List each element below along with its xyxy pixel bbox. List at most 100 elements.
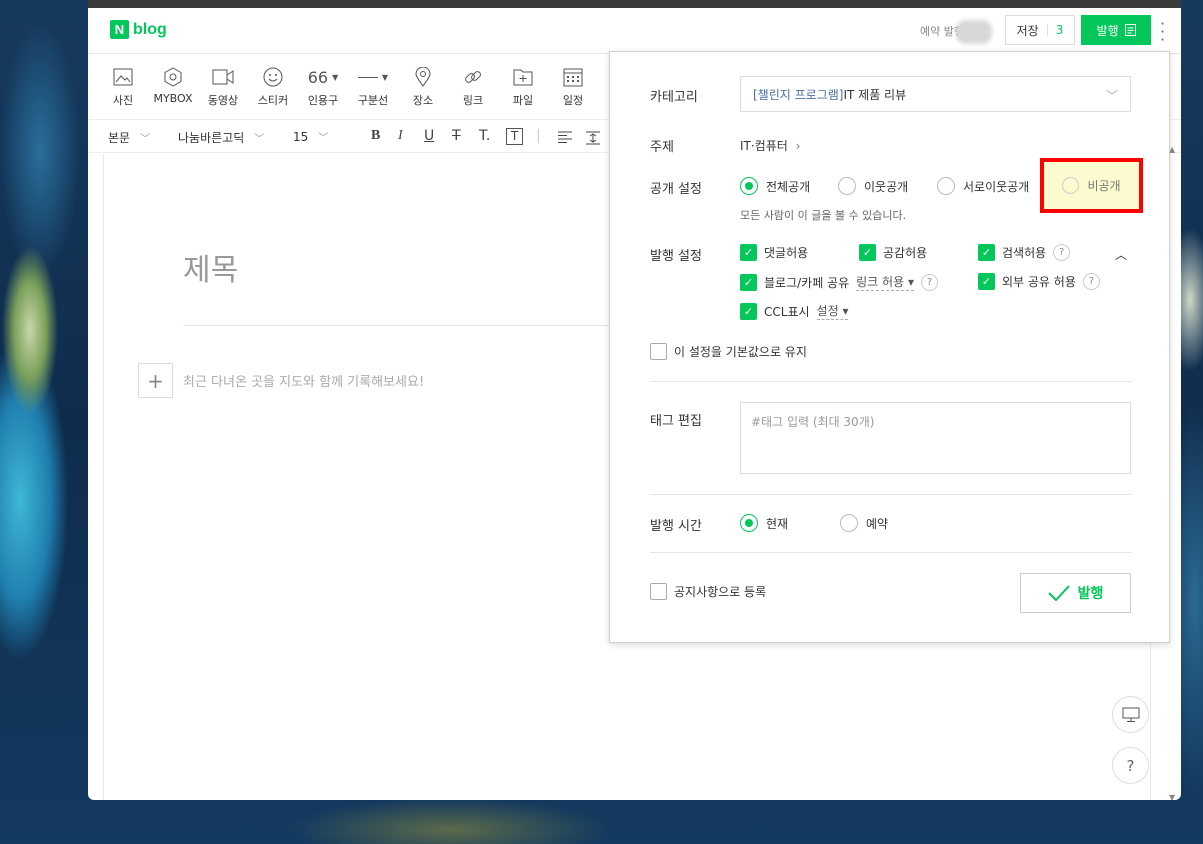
publish-settings-label: 발행 설정 [650, 249, 702, 264]
help-button[interactable]: ? [1112, 747, 1149, 784]
ccl-setting-select[interactable]: 설정 ▾ [816, 302, 849, 320]
visibility-public[interactable]: 전체공개 [740, 177, 810, 195]
publish-settings-panel: 카테고리 [챌린지 프로그램] IT 제품 리뷰 ﹀ 주제 IT·컴퓨터 › 공… [609, 51, 1170, 643]
publish-button-label: 발행 [1077, 586, 1104, 602]
text-background-icon[interactable]: T [506, 128, 523, 145]
bold-icon[interactable]: B [371, 128, 380, 144]
radio-icon [937, 177, 955, 195]
publish-time-reserve[interactable]: 예약 [840, 514, 888, 532]
keep-default-checkbox[interactable]: 이 설정을 기본값으로 유지 [650, 343, 807, 360]
radio-label: 전체공개 [766, 179, 811, 194]
chevron-up-icon[interactable]: ︿ [1115, 246, 1127, 263]
save-separator [1046, 24, 1048, 36]
visibility-neighbors[interactable]: 이웃공개 [838, 177, 908, 195]
more-options-icon[interactable]: · · · [1160, 16, 1165, 48]
add-component-button[interactable]: + [138, 363, 173, 398]
italic-icon[interactable]: I [398, 128, 403, 144]
save-count[interactable]: 3 [1056, 23, 1064, 37]
category-select[interactable]: [챌린지 프로그램] IT 제품 리뷰 ﹀ [740, 76, 1131, 112]
chevron-down-icon: ﹀ [254, 134, 265, 145]
checkbox-empty-icon [650, 343, 667, 360]
notice-checkbox[interactable]: 공지사항으로 등록 [650, 583, 766, 600]
title-divider [183, 325, 623, 326]
topic-label: 주제 [650, 140, 674, 155]
allow-search-checkbox[interactable]: ✓ 검색허용 ? [978, 244, 1071, 261]
naver-blog-logo[interactable]: N blog [110, 20, 167, 39]
top-bar: N blog 예약 발행 저장 3 발행 · · · [88, 8, 1181, 54]
radio-icon [1062, 177, 1080, 194]
divider [650, 381, 1131, 382]
save-button[interactable]: 저장 3 [1005, 15, 1075, 45]
scroll-down-icon[interactable]: ▼ [1169, 793, 1175, 800]
ccl-setting-value: 설정 [816, 304, 839, 318]
radio-label: 현재 [766, 516, 789, 531]
category-label: 카테고리 [650, 90, 698, 105]
toolbar-divider[interactable]: ▼ 구분선 [348, 64, 398, 108]
tag-placeholder: #태그 입력 (최대 30개) [751, 415, 875, 429]
paragraph-style-value: 본문 [108, 131, 131, 145]
check-icon: ✓ [740, 302, 757, 320]
toolbar-photo[interactable]: 사진 [98, 64, 148, 108]
checkbox-label: 외부 공유 허용 [1002, 275, 1076, 289]
visibility-private[interactable]: 비공개 [1040, 158, 1143, 213]
check-icon: ✓ [740, 273, 757, 291]
paragraph-style-select[interactable]: 본문 ﹀ [108, 129, 150, 146]
tag-label: 태그 편집 [650, 414, 702, 429]
quote-icon: 66 ▼ [307, 67, 339, 87]
publish-button[interactable]: 발행 [1020, 573, 1131, 613]
toolbar-label: 구분선 [357, 94, 389, 107]
align-left-icon[interactable] [558, 131, 572, 143]
toolbar-location[interactable]: 장소 [398, 64, 448, 108]
allow-comment-checkbox[interactable]: ✓ 댓글허용 [740, 244, 808, 261]
blurred-area [956, 20, 992, 44]
checkbox-label: 댓글허용 [764, 246, 809, 260]
question-icon: ? [1126, 756, 1135, 775]
location-icon [415, 67, 431, 87]
line-height-icon[interactable] [586, 131, 600, 145]
allow-like-checkbox[interactable]: ✓ 공감허용 [859, 244, 927, 261]
text-color-icon[interactable]: T. [479, 128, 490, 144]
radio-label: 이웃공개 [864, 179, 909, 194]
help-icon[interactable]: ? [1053, 244, 1071, 261]
font-size-select[interactable]: 15 ﹀ [293, 129, 329, 145]
toolbar-file[interactable]: 파일 [498, 64, 548, 108]
allow-external-share-checkbox[interactable]: ✓ 외부 공유 허용 ? [978, 273, 1100, 290]
toolbar-calendar[interactable]: 일정 [548, 64, 598, 108]
visibility-mutual-neighbors[interactable]: 서로이웃공개 [937, 177, 1029, 195]
share-option-select[interactable]: 링크 허용 ▾ [856, 273, 914, 291]
toolbar-label: 링크 [462, 94, 484, 107]
title-placeholder[interactable]: 제목 [183, 245, 238, 289]
help-icon[interactable]: ? [920, 273, 938, 291]
toolbar-label: MYBOX [153, 92, 193, 105]
category-prefix: [챌린지 프로그램] [753, 87, 844, 102]
help-icon[interactable]: ? [1082, 273, 1100, 290]
toolbar-quote[interactable]: 66 ▼ 인용구 [298, 64, 348, 108]
divider [650, 552, 1131, 553]
underline-icon[interactable]: U [424, 128, 434, 144]
font-size-value: 15 [293, 129, 309, 144]
chevron-down-icon: ﹀ [318, 133, 329, 144]
strikethrough-icon[interactable]: T [452, 128, 461, 144]
checkbox-label: 블로그/카페 공유 [764, 275, 850, 290]
body-placeholder[interactable]: 최근 다녀온 곳을 지도와 함께 기록해보세요! [183, 371, 424, 390]
preview-button[interactable] [1112, 696, 1149, 733]
toolbar-sticker[interactable]: 스티커 [248, 64, 298, 108]
chevron-right-icon: › [795, 139, 801, 153]
publish-top-button[interactable]: 발행 [1081, 15, 1151, 45]
ccl-checkbox[interactable]: ✓ CCL표시 설정 ▾ [740, 302, 849, 320]
toolbar-link[interactable]: 링크 [448, 64, 498, 108]
toolbar-video[interactable]: 동영상 [198, 64, 248, 108]
allow-share-checkbox[interactable]: ✓ 블로그/카페 공유 링크 허용 ▾ ? [740, 273, 938, 291]
toolbar-label: 파일 [512, 94, 534, 107]
toolbar-separator: | [536, 128, 541, 144]
document-icon [1124, 24, 1136, 36]
logo-text: blog [133, 20, 167, 38]
image-icon [113, 68, 133, 86]
editor-border-left [103, 154, 104, 800]
tag-input[interactable]: #태그 입력 (최대 30개) [740, 402, 1131, 474]
font-select[interactable]: 나눔바른고딕 ﹀ [178, 129, 264, 146]
toolbar-label: 일정 [562, 94, 584, 107]
publish-time-now[interactable]: 현재 [740, 514, 788, 532]
topic-select[interactable]: IT·컴퓨터 › [740, 137, 800, 154]
toolbar-mybox[interactable]: MYBOX [148, 64, 198, 105]
